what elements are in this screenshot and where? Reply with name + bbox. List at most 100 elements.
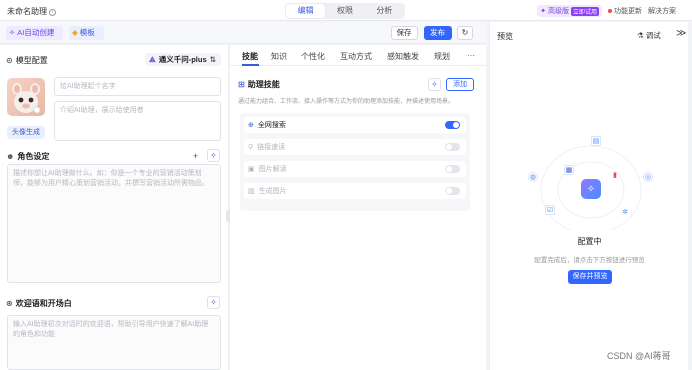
- magic-wand-icon: ✧: [9, 28, 16, 37]
- top-bar: 未命名助理 i 编辑 权限 分析 ✦ 高级版 立即试用 功能更新 解决方案: [0, 0, 692, 21]
- skill-label: 生成图片: [258, 188, 287, 195]
- red-dot-icon: [608, 9, 612, 13]
- avatar-generate-button[interactable]: 头像生成: [7, 126, 45, 139]
- ai-create-label: AI自动创建: [17, 28, 55, 37]
- try-now-badge[interactable]: 立即试用: [570, 6, 599, 16]
- assistant-title-text[interactable]: 未命名助理: [7, 7, 47, 16]
- tab-interaction[interactable]: 互动方式: [340, 51, 372, 62]
- configuring-subtitle: 配置完成后，请点击下方按钮进行预览: [534, 257, 645, 264]
- publish-button[interactable]: 发布: [424, 26, 452, 40]
- image-reading-toggle[interactable]: [445, 165, 460, 173]
- sparkle-icon: ✦: [540, 8, 546, 15]
- welcome-label: 欢迎语和开场白: [15, 299, 72, 308]
- skills-icon: ⊞: [238, 80, 245, 89]
- document-icon: ▤: [591, 136, 601, 146]
- template-icon: ◆: [72, 28, 78, 37]
- add-role-button[interactable]: +: [189, 149, 202, 162]
- ai-skill-button[interactable]: ✧: [428, 78, 441, 91]
- image-icon: ▣: [248, 166, 255, 173]
- red-note-icon: ▮: [613, 172, 617, 179]
- magic-wand-icon: ✧: [210, 151, 217, 160]
- skill-row-image-reading[interactable]: ▣ 图片解读: [244, 161, 466, 177]
- watermark: CSDN @AI蒋哥: [607, 351, 671, 361]
- tab-personalization[interactable]: 个性化: [301, 51, 325, 62]
- model-icon: ⊙: [6, 56, 13, 65]
- role-prompt-textarea[interactable]: 描述你想让AI助理做什么。如：你是一个专业的营销活动策划师，能够为用户精心策划营…: [7, 164, 221, 283]
- model-select[interactable]: ⟁ 通义千问-plus ⇅: [145, 53, 221, 66]
- preview-title: 预览: [497, 32, 513, 41]
- debug-icon: ⚗: [637, 31, 644, 40]
- link-icon: ⚲: [248, 144, 254, 151]
- more-tabs-button[interactable]: ···: [467, 51, 475, 60]
- plus-icon: +: [192, 150, 199, 161]
- configuring-title: 配置中: [577, 237, 602, 246]
- skill-label: 图片解读: [258, 166, 287, 173]
- web-search-toggle[interactable]: [445, 121, 460, 129]
- history-button[interactable]: ↻: [457, 26, 473, 40]
- info-icon[interactable]: i: [49, 9, 56, 16]
- template-button[interactable]: ◆ 模板: [69, 26, 104, 40]
- tab-edit[interactable]: 编辑: [286, 4, 326, 18]
- active-tab-indicator: [242, 64, 259, 66]
- file-icon: ▦: [564, 165, 574, 175]
- image-gen-icon: ▨: [248, 188, 255, 195]
- skill-tabs: 技能 知识 个性化 互动方式 感知触发 规划 ···: [230, 45, 486, 66]
- tab-perception-trigger[interactable]: 感知触发: [387, 51, 419, 62]
- tab-analysis[interactable]: 分析: [365, 4, 404, 18]
- role-label: 角色设定: [17, 152, 50, 161]
- collapse-panel-button[interactable]: ≫: [676, 28, 686, 39]
- welcome-heading: ⊛ 欢迎语和开场白: [6, 298, 72, 309]
- ai-optimize-role-button[interactable]: ✧: [207, 149, 220, 162]
- debug-label: 调试: [645, 31, 661, 40]
- history-icon: ↻: [461, 28, 469, 37]
- editor-toolbar: ✧ AI自动创建 ◆ 模板 保存 发布 ↻: [0, 22, 486, 44]
- assistant-description-input[interactable]: 介绍AI助理，展示给使用者: [54, 101, 221, 141]
- magic-wand-icon: ✧: [431, 80, 438, 89]
- chat-icon: ◍: [528, 172, 538, 182]
- switch-icon: ⇅: [209, 55, 216, 64]
- assistant-logo-icon: ✧: [581, 179, 601, 199]
- assistant-skills-heading: ⊞ 助理技能: [238, 79, 280, 90]
- advanced-version-button[interactable]: ✦ 高级版 立即试用: [537, 5, 602, 17]
- skills-list: ⊕ 全网搜索 ⚲ 链接速读 ▣ 图片解读 ▨ 生成图片: [240, 113, 470, 211]
- add-skill-button[interactable]: 添加: [446, 78, 474, 91]
- cat-avatar-image: [12, 83, 41, 114]
- skill-row-image-generation[interactable]: ▨ 生成图片: [244, 183, 466, 199]
- assistant-skills-label: 助理技能: [247, 80, 280, 89]
- skills-description: 通过能力组合、工作流、接入操作等方式为你的助理添加技能，并描述使用场景。: [238, 99, 455, 105]
- checklist-icon: ☑: [545, 205, 555, 215]
- debug-button[interactable]: ⚗ 调试: [637, 30, 661, 41]
- skills-panel: 技能 知识 个性化 互动方式 感知触发 规划 ··· ⊞ 助理技能 ✧ 添加 通…: [230, 45, 486, 370]
- model-config-label: 模型配置: [15, 56, 48, 65]
- feature-update-link[interactable]: 功能更新: [608, 6, 642, 16]
- compass-icon: ◎: [643, 172, 653, 182]
- role-icon: ☻: [6, 152, 15, 161]
- skill-label: 全网搜索: [257, 122, 286, 129]
- save-and-preview-button[interactable]: 保存并预览: [568, 270, 612, 284]
- welcome-textarea[interactable]: 输入AI助理初次对话时的欢迎语，帮助引导用户快速了解AI助理的角色和功能: [7, 315, 221, 370]
- solutions-link[interactable]: 解决方案: [648, 6, 676, 16]
- avatar[interactable]: [7, 78, 45, 116]
- image-generation-toggle[interactable]: [445, 187, 460, 195]
- link-reading-toggle[interactable]: [445, 143, 460, 151]
- welcome-icon: ⊛: [6, 299, 13, 308]
- skill-row-link-reading[interactable]: ⚲ 链接速读: [244, 139, 466, 155]
- assistant-title[interactable]: 未命名助理 i: [7, 6, 56, 17]
- skill-row-web-search[interactable]: ⊕ 全网搜索: [244, 117, 466, 133]
- header-actions: ✦ 高级版 立即试用 功能更新 解决方案: [537, 5, 676, 17]
- tab-permission[interactable]: 权限: [325, 4, 364, 18]
- model-config-heading: ⊙ 模型配置: [6, 55, 48, 66]
- config-panel: ⊙ 模型配置 ⟁ 通义千问-plus ⇅ 头像生成 给AI助理起个名字 介绍AI…: [0, 45, 229, 370]
- assistant-name-input[interactable]: 给AI助理起个名字: [54, 77, 221, 96]
- feature-update-label[interactable]: 功能更新: [614, 8, 642, 15]
- ai-create-button[interactable]: ✧ AI自动创建: [6, 26, 63, 40]
- tab-skills[interactable]: 技能: [242, 51, 258, 62]
- settings-gear-icon: ✲: [622, 209, 628, 216]
- save-button[interactable]: 保存: [391, 26, 418, 40]
- role-heading: ☻ 角色设定: [6, 151, 49, 162]
- ai-optimize-welcome-button[interactable]: ✧: [207, 296, 220, 309]
- tab-planning[interactable]: 规划: [434, 51, 450, 62]
- tab-knowledge[interactable]: 知识: [271, 51, 287, 62]
- preview-panel: 预览 ⚗ 调试 ≫ ▤ ▦ ▮ ◍ ◎ ☑ ✲ ✧ 配置中 配置完成后，请点击下…: [489, 22, 688, 370]
- advanced-label: 高级版: [547, 8, 569, 15]
